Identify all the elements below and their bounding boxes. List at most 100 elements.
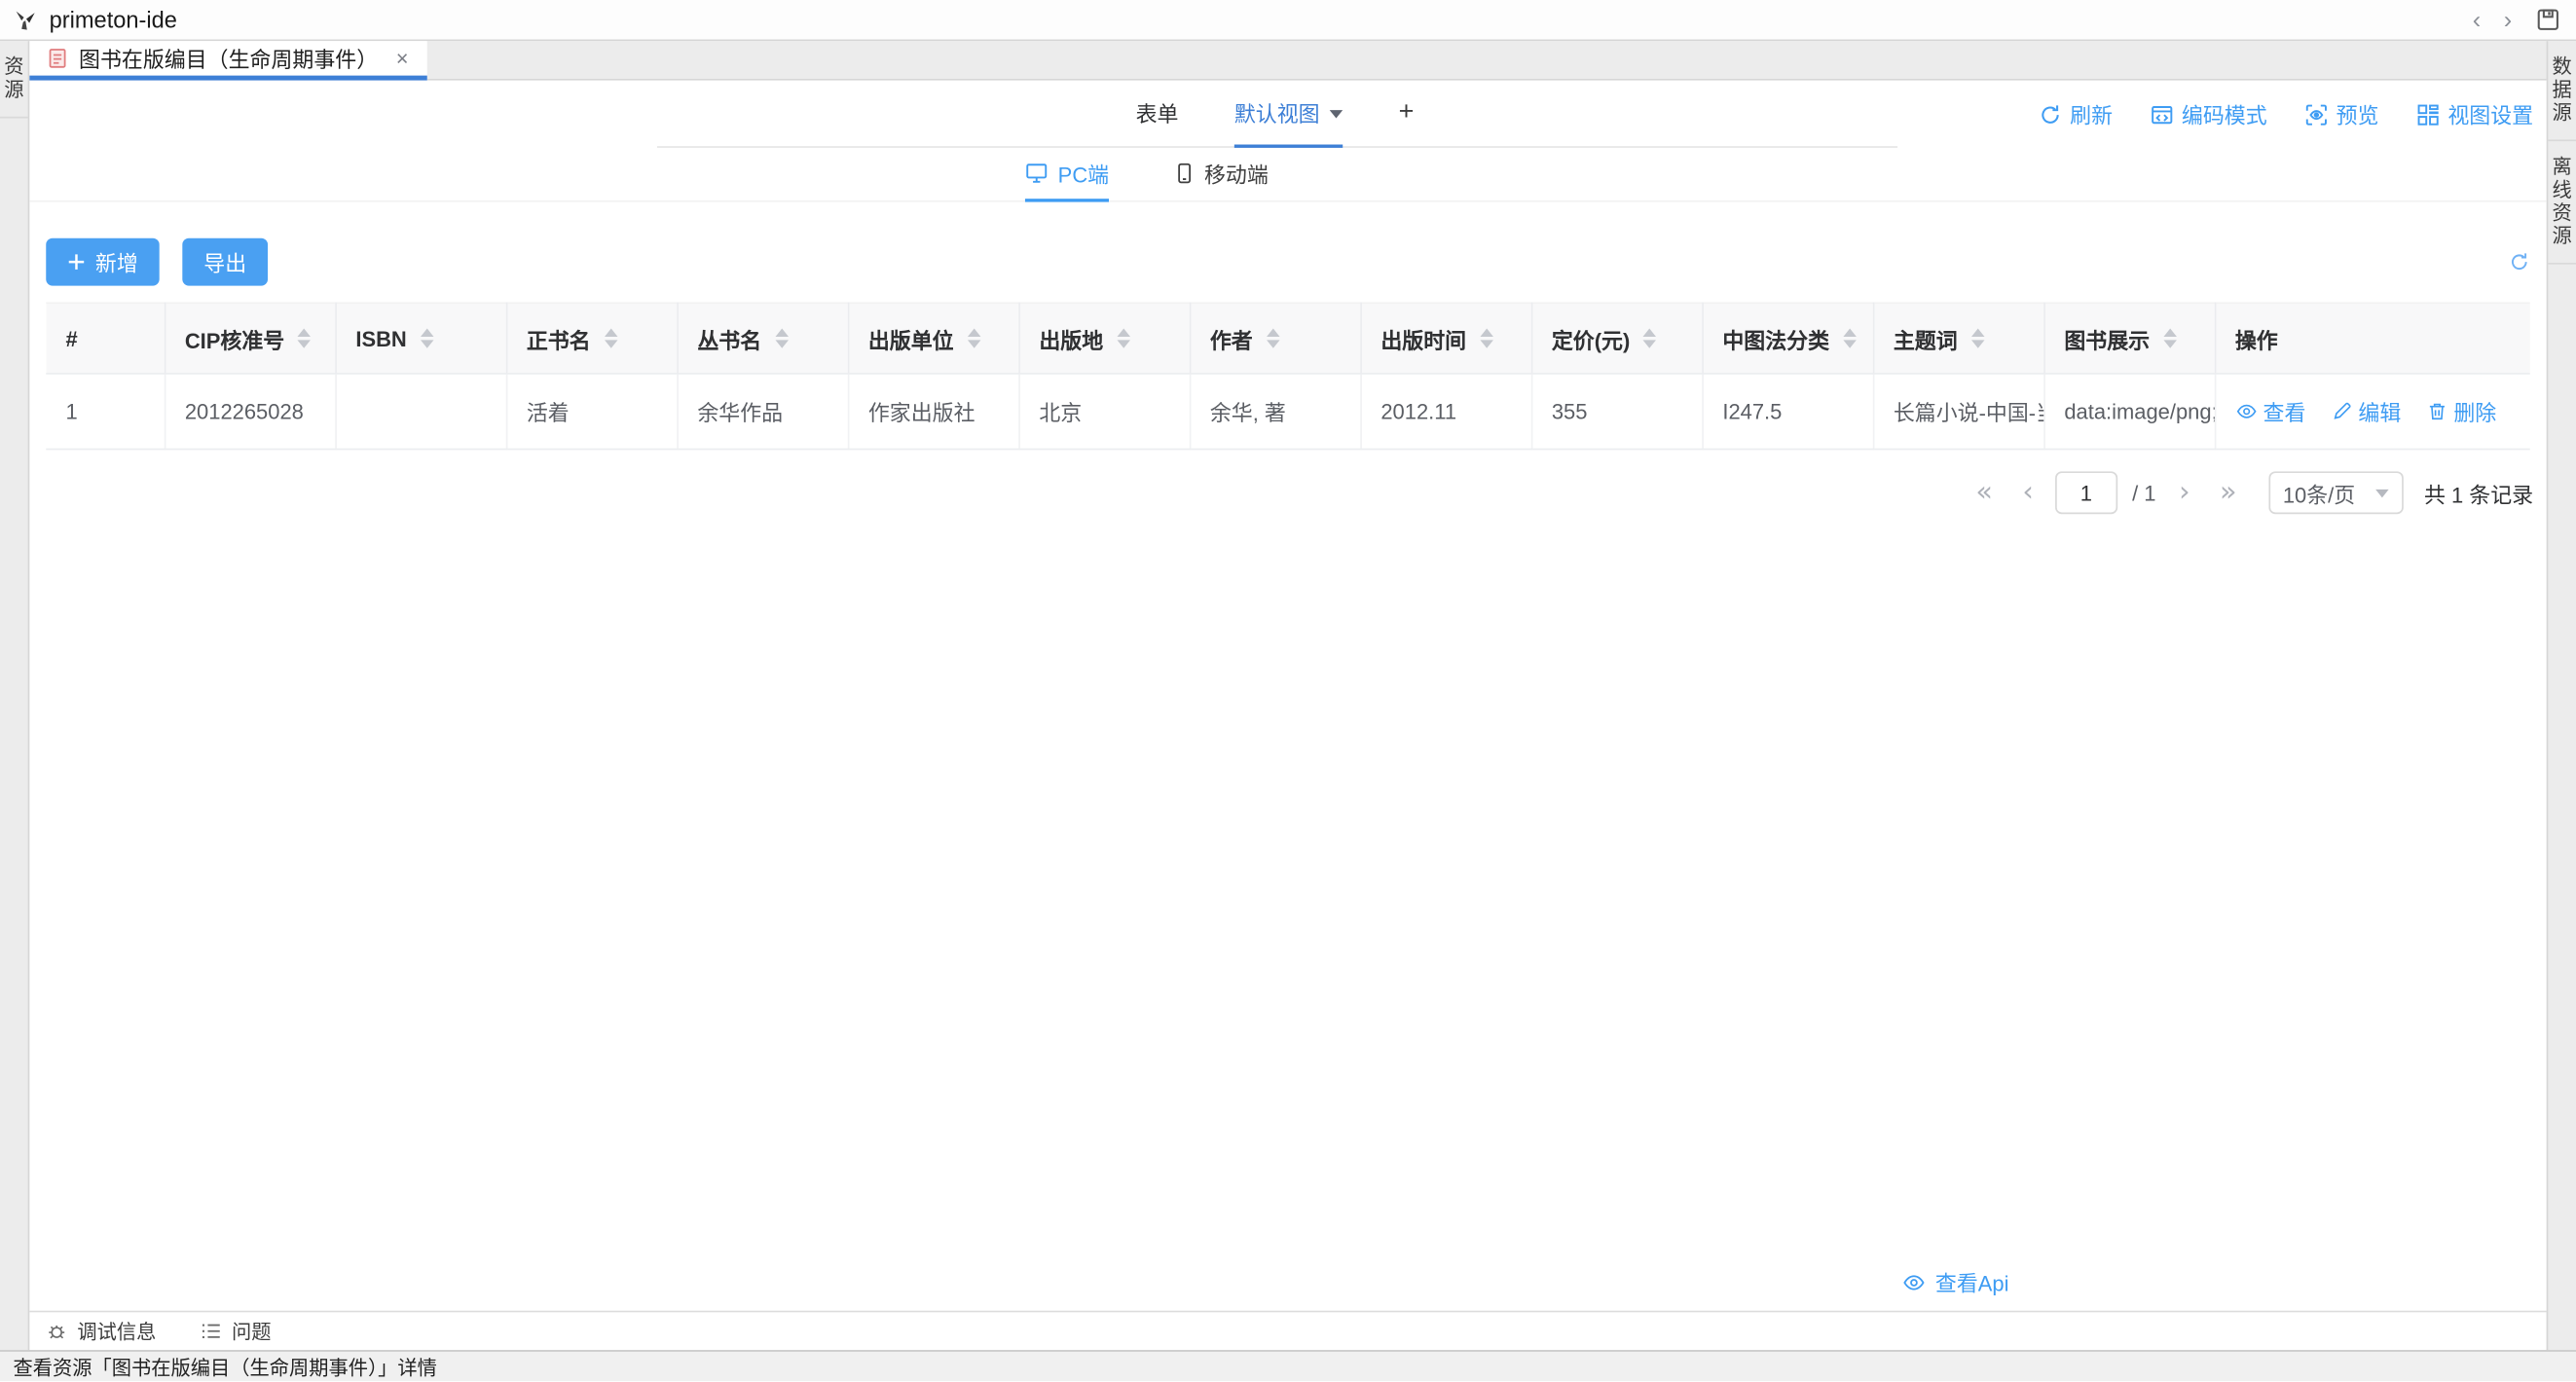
- column-header[interactable]: 定价(元): [1531, 303, 1703, 374]
- table-cell: 长篇小说-中国-当代: [1873, 374, 2044, 450]
- column-header-label: 图书展示: [2064, 323, 2150, 354]
- sort-icon[interactable]: [1843, 329, 1857, 348]
- bottom-panel-problems[interactable]: 问题: [201, 1318, 272, 1346]
- document-tabbar: 图书在版编目（生命周期事件） ×: [29, 41, 2546, 81]
- table-cell: 余华, 著: [1190, 374, 1361, 450]
- document-icon: [48, 48, 67, 69]
- toolbar-code-mode-button[interactable]: 编码模式: [2151, 98, 2267, 129]
- view-tab-0[interactable]: 表单: [1136, 81, 1179, 148]
- nav-forward-icon[interactable]: ›: [2492, 8, 2523, 32]
- view-tab-2[interactable]: +: [1399, 81, 1415, 148]
- chevron-down-icon: [2374, 489, 2388, 496]
- column-header[interactable]: 出版单位: [848, 303, 1019, 374]
- sort-icon[interactable]: [1643, 329, 1657, 348]
- app-title: primeton-ide: [50, 7, 177, 33]
- device-tabs: PC端 移动端: [1025, 148, 1269, 202]
- add-button[interactable]: 新增: [46, 238, 159, 286]
- row-action-edit[interactable]: 编辑: [2331, 396, 2402, 427]
- toolbar-view-settings-button[interactable]: 视图设置: [2416, 98, 2533, 129]
- device-tab-1[interactable]: 移动端: [1175, 148, 1269, 202]
- column-header-label: 丛书名: [697, 323, 761, 354]
- view-tab-label: 默认视图: [1234, 97, 1320, 128]
- device-tabs-row: PC端 移动端: [29, 148, 2546, 202]
- delete-icon: [2426, 401, 2447, 422]
- column-header[interactable]: CIP核准号: [165, 303, 336, 374]
- table-cell: 355: [1531, 374, 1703, 450]
- device-tab-label: 移动端: [1204, 158, 1269, 189]
- column-header-label: #: [66, 326, 78, 350]
- save-icon[interactable]: [2537, 8, 2560, 31]
- sort-icon[interactable]: [967, 329, 980, 348]
- left-tool-strip: 资源: [0, 41, 29, 1351]
- prev-page-icon[interactable]: ‹: [2007, 479, 2048, 507]
- strip-item[interactable]: 离线资源: [2548, 141, 2576, 265]
- table-cell: 作家出版社: [848, 374, 1019, 450]
- toolbar-refresh-button[interactable]: 刷新: [2039, 98, 2113, 129]
- sort-icon[interactable]: [1266, 329, 1279, 348]
- chevron-down-icon[interactable]: [1330, 110, 1343, 118]
- toolbar-preview-button[interactable]: 预览: [2305, 98, 2379, 129]
- code-mode-icon: [2151, 102, 2174, 126]
- column-header[interactable]: 出版地: [1018, 303, 1190, 374]
- sort-icon[interactable]: [1970, 329, 1984, 348]
- view-tab-label: 表单: [1136, 97, 1179, 128]
- nav-back-icon[interactable]: ‹: [2461, 8, 2492, 32]
- column-header[interactable]: 图书展示: [2043, 303, 2215, 374]
- column-header-label: 出版时间: [1380, 323, 1466, 354]
- row-action-delete[interactable]: 删除: [2426, 396, 2497, 427]
- page-size-value: 10条/页: [2283, 477, 2355, 508]
- view-tabs-row: 表单 默认视图 + 刷新 编码模式 预览 视图设置: [29, 81, 2546, 148]
- toolbar-label: 编码模式: [2182, 98, 2267, 129]
- column-header[interactable]: 作者: [1190, 303, 1361, 374]
- tab-book-cip[interactable]: 图书在版编目（生命周期事件） ×: [29, 41, 426, 81]
- action-label: 查看: [2263, 396, 2306, 427]
- editor-panel: 表单 默认视图 + 刷新 编码模式 预览 视图设置 PC端 移动端 新增: [29, 81, 2546, 1312]
- sort-icon[interactable]: [1480, 329, 1493, 348]
- table-cell: 余华作品: [677, 374, 848, 450]
- table-cell: [335, 374, 506, 450]
- next-page-icon[interactable]: ›: [2164, 479, 2205, 507]
- sort-icon[interactable]: [1117, 329, 1130, 348]
- strip-item[interactable]: 数据源: [2548, 41, 2576, 141]
- bottom-panel-label: 问题: [232, 1318, 272, 1346]
- view-tab-1[interactable]: 默认视图: [1234, 81, 1343, 148]
- grid-refresh-icon[interactable]: [2509, 251, 2530, 273]
- first-page-icon[interactable]: «: [1961, 479, 2007, 507]
- sort-icon[interactable]: [604, 329, 617, 348]
- column-header: #: [46, 303, 165, 374]
- column-header-label: 正书名: [527, 323, 591, 354]
- row-action-eye[interactable]: 查看: [2235, 396, 2306, 427]
- column-header[interactable]: 正书名: [506, 303, 678, 374]
- editor-toolbar: 刷新 编码模式 预览 视图设置: [2039, 81, 2533, 148]
- app-logo-icon: [14, 8, 38, 32]
- page-size-select[interactable]: 10条/页: [2268, 471, 2403, 514]
- page-input[interactable]: [2055, 471, 2117, 514]
- sort-icon[interactable]: [420, 329, 433, 348]
- statusbar: 查看资源「图书在版编目（生命周期事件）」详情: [0, 1351, 2576, 1382]
- column-header[interactable]: 主题词: [1873, 303, 2044, 374]
- column-header[interactable]: 丛书名: [677, 303, 848, 374]
- sort-icon[interactable]: [775, 329, 789, 348]
- export-button[interactable]: 导出: [182, 238, 268, 286]
- add-button-label: 新增: [95, 246, 138, 277]
- column-header[interactable]: 出版时间: [1360, 303, 1531, 374]
- strip-item[interactable]: 资源: [0, 41, 28, 118]
- toolbar-label: 预览: [2337, 98, 2379, 129]
- toolbar-label: 视图设置: [2447, 98, 2533, 129]
- device-tab-0[interactable]: PC端: [1025, 148, 1109, 202]
- bottom-panel-debug[interactable]: 调试信息: [46, 1318, 156, 1346]
- tab-label: 图书在版编目（生命周期事件）: [79, 43, 378, 74]
- close-tab-icon[interactable]: ×: [396, 46, 409, 70]
- sort-icon[interactable]: [298, 329, 312, 348]
- column-header[interactable]: 中图法分类: [1702, 303, 1873, 374]
- sort-icon[interactable]: [2163, 329, 2177, 348]
- bottom-panel-label: 调试信息: [77, 1318, 156, 1346]
- data-table: # CIP核准号ISBN 正书名 丛书名 出版单位出版地作者出版时间 定价(元) 中图法分类…: [46, 303, 2530, 451]
- table-cell: 2012265028: [165, 374, 336, 450]
- monitor-icon: [1025, 163, 1049, 184]
- column-header[interactable]: ISBN: [335, 303, 506, 374]
- column-header-label: 中图法分类: [1722, 323, 1829, 354]
- view-api-link[interactable]: 查看Api: [1902, 1266, 2008, 1297]
- last-page-icon[interactable]: »: [2205, 479, 2252, 507]
- view-tab-label: +: [1399, 97, 1415, 127]
